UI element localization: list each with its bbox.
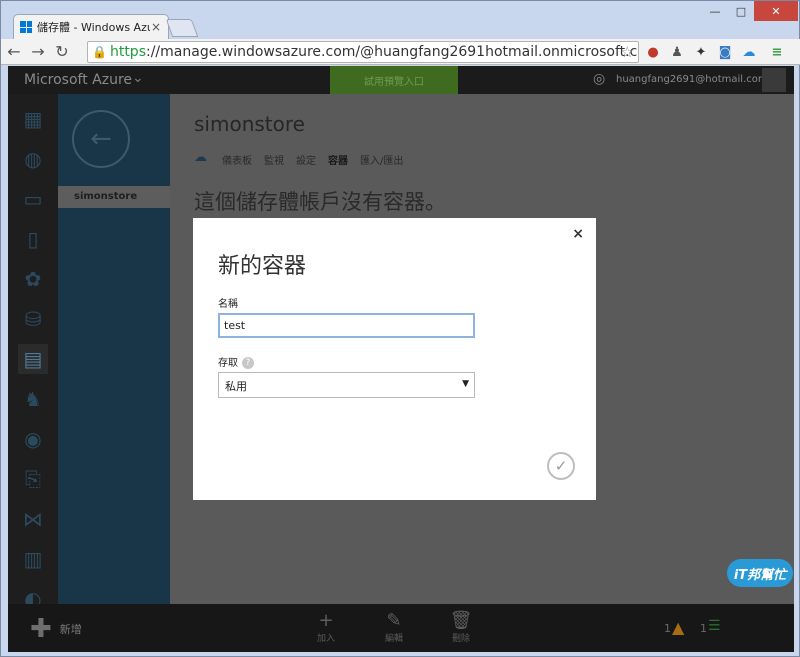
new-container-dialog: × 新的容器 名稱 存取? 私用 ▼ ✓	[193, 218, 596, 500]
media-services-icon[interactable]: ◉	[18, 424, 48, 454]
itbang-watermark-logo: iT邦幫忙	[727, 559, 793, 587]
edit-label: 編輯	[384, 634, 403, 644]
plus-icon: ✚	[30, 614, 52, 644]
tab-title: 儲存體 - Windows Azure	[37, 21, 150, 34]
delete-label: 刪除	[451, 634, 470, 644]
browser-toolbar: ← → ↻ 🔒 https ://manage.windowsazure.com…	[1, 39, 800, 65]
cache-icon[interactable]: ▥	[18, 544, 48, 574]
name-label: 名稱	[218, 299, 238, 310]
tab-monitor[interactable]: 監視	[264, 152, 284, 167]
close-icon[interactable]: ×	[572, 226, 584, 242]
command-bar: ✚ 新增 + 加入 ✎ 編輯 🗑 刪除 1 ▲ 1 ☰	[8, 604, 794, 652]
dialog-title: 新的容器	[218, 254, 307, 279]
activity-list-icon[interactable]: ☰	[708, 618, 721, 634]
warning-count[interactable]: 1	[664, 622, 671, 635]
add-label: 加入	[316, 634, 335, 644]
access-select[interactable]: 私用 ▼	[218, 372, 475, 398]
edit-button[interactable]: ✎ 編輯	[374, 610, 414, 644]
globe-icon[interactable]: ◎	[593, 71, 605, 87]
access-label-row: 存取?	[218, 354, 254, 369]
sql-database-icon[interactable]: ⛁	[18, 304, 48, 334]
help-icon[interactable]: ?	[242, 357, 254, 369]
page-title: simonstore	[194, 112, 305, 136]
reload-icon[interactable]: ↻	[51, 41, 73, 63]
notification-bell-icon[interactable]: ♟	[667, 42, 687, 62]
windows-logo-icon	[20, 21, 32, 33]
back-arrow-icon[interactable]: ←	[72, 110, 130, 168]
close-window-button[interactable]: ✕	[754, 1, 798, 21]
tab-dashboard[interactable]: 儀表板	[222, 152, 252, 167]
access-selected-value: 私用	[225, 380, 247, 393]
portal-header: Microsoft Azure ⌄ 試用預覽入口 ◎ huangfang2691…	[8, 66, 794, 94]
hdinsight-icon[interactable]: ♞	[18, 384, 48, 414]
evernote-icon[interactable]: ✦	[691, 42, 711, 62]
container-name-input[interactable]	[218, 313, 475, 338]
virtual-machines-icon[interactable]: ▭	[18, 184, 48, 214]
delete-button[interactable]: 🗑 刪除	[441, 610, 481, 644]
tab-containers[interactable]: 容器	[328, 152, 348, 167]
warning-icon[interactable]: ▲	[672, 618, 684, 637]
new-button-label: 新增	[59, 623, 82, 636]
confirm-checkmark-button[interactable]: ✓	[547, 452, 575, 480]
minimize-button[interactable]: —	[702, 1, 728, 21]
left-navigation: ▦ ◍ ▭ ▯ ✿ ⛁ ▤ ♞ ◉ ⎘ ⋈ ▥ ◐	[8, 94, 58, 611]
all-items-icon[interactable]: ▦	[18, 104, 48, 134]
visual-studio-icon[interactable]: ⋈	[18, 504, 48, 534]
new-button[interactable]: ✚ 新增	[30, 614, 82, 644]
cloud-extension-icon[interactable]: ☁	[739, 42, 759, 62]
cloud-services-icon[interactable]: ✿	[18, 264, 48, 294]
empty-state-message: 這個儲存體帳戶沒有容器。	[194, 190, 446, 214]
trash-icon: 🗑	[449, 610, 473, 631]
web-sites-icon[interactable]: ◍	[18, 144, 48, 174]
browser-window: 儲存體 - Windows Azure × — □ ✕ ← → ↻ 🔒 http…	[0, 0, 800, 657]
dropdown-arrow-icon: ▼	[462, 379, 469, 389]
camera-icon[interactable]: ◙	[715, 42, 735, 62]
maximize-button[interactable]: □	[728, 1, 754, 21]
lock-icon: 🔒	[92, 45, 107, 59]
url-text: ://manage.windowsazure.com/@huangfang269…	[146, 44, 638, 60]
subnav-item-simonstore[interactable]: simonstore	[58, 186, 170, 208]
preview-portal-button[interactable]: 試用預覽入口	[330, 66, 458, 94]
new-tab-button[interactable]	[165, 19, 199, 37]
window-controls: — □ ✕	[702, 1, 798, 21]
mobile-services-icon[interactable]: ▯	[18, 224, 48, 254]
chevron-down-icon[interactable]: ⌄	[132, 70, 144, 86]
forward-arrow-icon[interactable]: →	[27, 41, 49, 63]
tab-import-export[interactable]: 匯入/匯出	[360, 152, 403, 167]
list-count[interactable]: 1	[700, 622, 707, 635]
service-bus-icon[interactable]: ⎘	[18, 464, 48, 494]
avatar[interactable]	[762, 68, 786, 92]
user-email[interactable]: huangfang2691@hotmail.com	[616, 74, 768, 85]
bookmark-star-icon[interactable]: ☆	[621, 43, 634, 61]
menu-icon[interactable]: ≡	[767, 42, 787, 62]
address-bar[interactable]: 🔒 https ://manage.windowsazure.com/@huan…	[87, 41, 639, 63]
tab-configure[interactable]: 設定	[296, 152, 316, 167]
storage-icon[interactable]: ▤	[18, 344, 48, 374]
tab-close-icon[interactable]: ×	[150, 20, 162, 34]
access-label: 存取	[218, 358, 238, 369]
title-bar: 儲存體 - Windows Azure × — □ ✕	[1, 1, 800, 39]
brand-label[interactable]: Microsoft Azure	[24, 72, 132, 88]
add-button[interactable]: + 加入	[306, 610, 346, 644]
browser-tab[interactable]: 儲存體 - Windows Azure ×	[13, 14, 169, 39]
location-pin-icon[interactable]: ●	[643, 42, 663, 62]
storage-subnav: ← simonstore	[58, 94, 170, 604]
pencil-icon: ✎	[386, 610, 402, 631]
add-icon: +	[318, 610, 334, 631]
back-arrow-icon[interactable]: ←	[3, 41, 25, 63]
url-scheme: https	[109, 44, 146, 60]
storage-cloud-icon: ☁	[194, 150, 207, 165]
page-tabs: 儀表板 監視 設定 容器 匯入/匯出	[222, 152, 403, 167]
